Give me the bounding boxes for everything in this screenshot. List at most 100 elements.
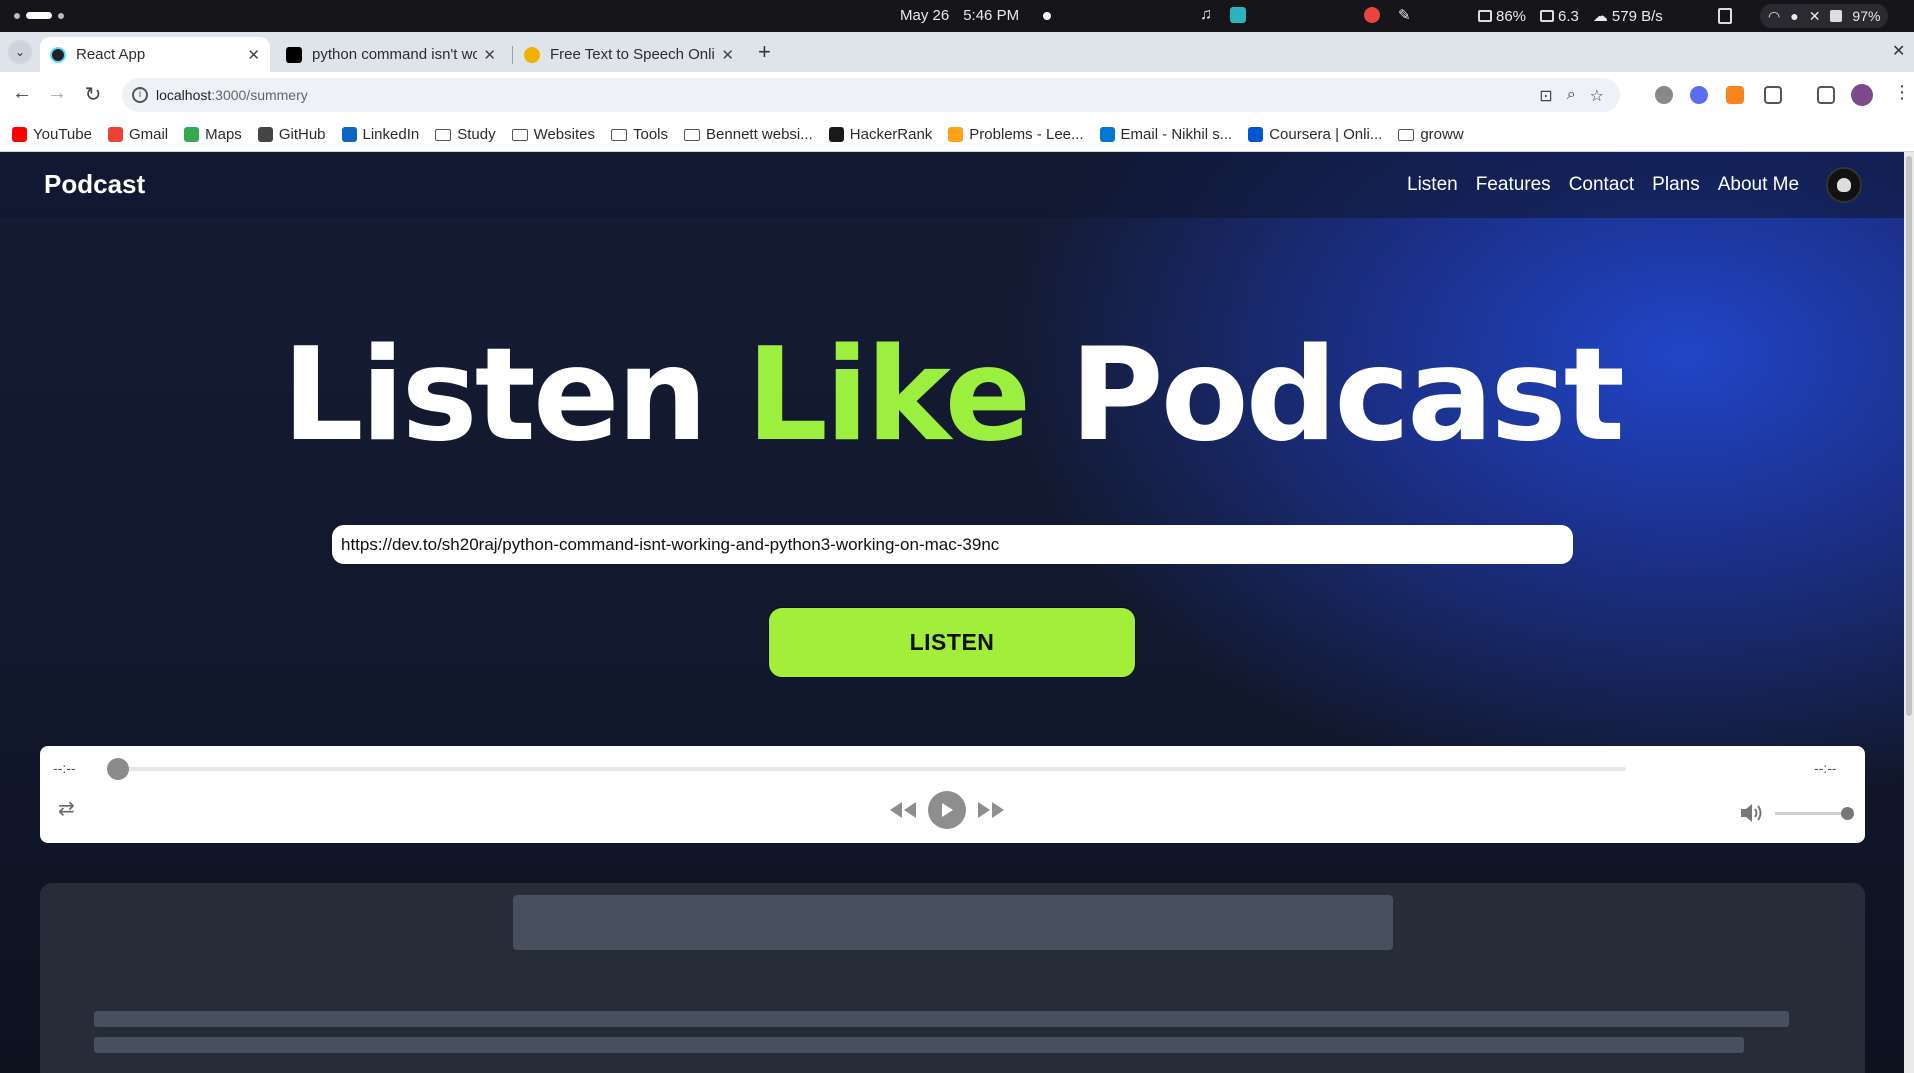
loop-off-icon[interactable]: ⇄ [58,798,80,820]
user-avatar[interactable] [1826,167,1862,203]
system-menu[interactable]: ◠ ● ✕ 97% [1760,4,1889,28]
volume-handle[interactable] [1841,807,1854,820]
browser-menu-icon[interactable]: ⋮ [1893,82,1911,103]
bookmark-item[interactable]: HackerRank [828,126,933,143]
back-button[interactable]: ← [9,82,35,105]
scrollbar-thumb[interactable] [1906,156,1912,716]
tab-react-app[interactable]: React App ✕ [40,37,270,72]
bookmark-label: Maps [205,126,242,143]
hero-title: Listen Like Podcast [0,332,1904,460]
nav-link-about-me[interactable]: About Me [1718,174,1799,196]
page-scrollbar[interactable] [1904,152,1914,1073]
nav-link-listen[interactable]: Listen [1407,174,1458,196]
date-label: May 26 [900,7,950,24]
close-tab-icon[interactable]: ✕ [247,46,260,64]
monitor-icon [1540,10,1555,22]
rewind-icon[interactable] [888,800,918,820]
bookmark-label: Study [457,126,496,143]
clipboard-icon[interactable] [1718,8,1732,24]
hackerrank-icon [828,127,844,142]
listen-button[interactable]: LISTEN [768,607,1136,678]
volume-track[interactable] [1775,812,1847,815]
bookmarks-bar: YouTube Gmail Maps GitHub LinkedIn Study Websi… [0,118,1914,152]
hero-word-podcast: Podcast [1069,321,1625,470]
bookmark-item[interactable]: Problems - Lee... [948,126,1084,143]
network-value: 579 B/s [1611,7,1663,25]
profile-avatar[interactable] [1851,84,1873,106]
nav-link-contact[interactable]: Contact [1569,174,1634,196]
bookmark-item[interactable]: GitHub [257,126,326,143]
extension-bug-icon[interactable] [1655,86,1673,104]
extension-drop-icon[interactable] [1690,86,1708,104]
play-button[interactable] [928,791,966,829]
bookmark-star-icon[interactable]: ☆ [1590,86,1604,106]
new-tab-button[interactable]: + [758,39,771,65]
tab-title: python command isn't working and python3… [312,46,478,63]
bookmark-item[interactable]: Tools [611,126,668,143]
tab-separator [512,46,513,64]
music-note-icon[interactable]: ♫ [1200,6,1212,24]
nav-link-features[interactable]: Features [1476,174,1551,196]
url-path: :3000/summery [211,87,308,103]
linkedin-icon [341,127,357,142]
chrome-icon[interactable] [1364,7,1380,23]
folder-icon [611,128,627,141]
skeleton-line [94,1011,1789,1027]
bookmark-item[interactable]: Maps [184,126,242,143]
site-info-icon[interactable]: i [132,87,148,103]
bookmark-item[interactable]: Websites [511,126,595,143]
bookmark-item[interactable]: Email - Nikhil s... [1099,126,1233,143]
bookmark-item[interactable]: YouTube [12,126,92,143]
metamask-icon[interactable] [1726,86,1744,104]
bookmark-item[interactable]: LinkedIn [341,126,419,143]
tab-title: React App [76,46,146,63]
clock[interactable]: May 26 5:46 PM [900,7,1052,24]
bookmark-label: HackerRank [849,126,933,143]
extensions-puzzle-icon[interactable] [1764,86,1782,104]
bookmark-label: Websites [533,126,595,143]
bookmark-item[interactable]: Gmail [107,126,168,143]
app-tray: ♫ ✎ [1200,6,1411,24]
progress-track[interactable] [118,767,1626,771]
nav-links: Listen Features Contact Plans About Me [1407,174,1799,196]
browser-toolbar: ← → ↻ i localhost:3000/summery ⊡ ⌕ ☆ ⋮ [0,72,1914,118]
tab-dev-to[interactable]: python command isn't working and python3… [276,37,506,72]
fast-forward-icon[interactable] [976,800,1006,820]
bookmark-label: Coursera | Onli... [1269,126,1383,143]
bookmark-item[interactable]: Bennett websi... [684,126,813,143]
color-picker-icon[interactable]: ✎ [1398,6,1411,24]
bookmark-item[interactable]: Study [435,126,496,143]
workspace-indicator[interactable] [14,12,64,19]
smiley-favicon-icon [524,46,540,63]
cloud-upload-icon: ☁ [1592,8,1608,25]
bookmark-label: groww [1420,126,1464,143]
browser-tab-strip: ⌄ React App ✕ python command isn't worki… [0,32,1914,72]
window-close-icon[interactable]: ✕ [1892,41,1905,61]
tab-text-to-speech[interactable]: Free Text to Speech Online ✕ [514,37,744,72]
nav-link-plans[interactable]: Plans [1652,174,1700,196]
summary-card-skeleton [40,883,1865,1073]
site-brand[interactable]: Podcast [44,169,145,200]
media-controls-icon[interactable] [1817,86,1835,104]
bookmark-item[interactable]: groww [1398,126,1464,143]
zoom-icon[interactable]: ⌕ [1567,86,1576,106]
address-url[interactable]: localhost:3000/summery [156,87,308,103]
tab-search-button[interactable]: ⌄ [8,40,32,64]
article-url-input[interactable] [332,525,1573,564]
youtube-icon [12,127,27,142]
battery-icon [1830,10,1843,22]
progress-handle[interactable] [107,758,129,780]
close-tab-icon[interactable]: ✕ [483,46,496,64]
address-bar[interactable]: i localhost:3000/summery ⊡ ⌕ ☆ [122,78,1620,112]
reload-button[interactable]: ↻ [80,82,106,107]
skeleton-line [94,1037,1744,1053]
vpn-icon[interactable] [1230,7,1246,23]
volume-icon[interactable] [1739,801,1765,830]
close-tab-icon[interactable]: ✕ [721,46,734,64]
os-top-bar: May 26 5:46 PM ♫ ✎ 86% 6.3 ☁ 579 B/s ◠ ● … [0,0,1914,32]
bookmark-item[interactable]: Coursera | Onli... [1248,126,1382,143]
forward-button[interactable]: → [44,82,70,105]
install-app-icon[interactable]: ⊡ [1539,86,1552,106]
bookmark-label: Email - Nikhil s... [1120,126,1233,143]
folder-icon [511,128,528,141]
